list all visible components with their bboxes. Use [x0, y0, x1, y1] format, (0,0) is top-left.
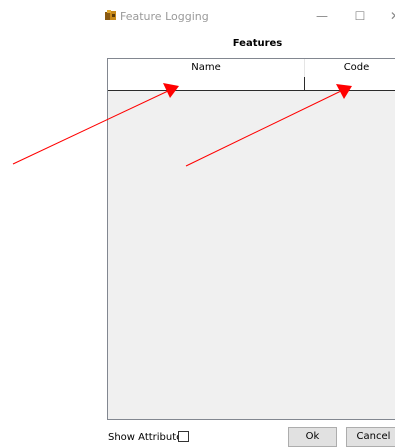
row-divider [304, 77, 305, 90]
close-button[interactable]: ✕ [385, 6, 395, 26]
grid-header: Name Code [108, 59, 395, 78]
show-attributes-label: Show Attributes [108, 432, 188, 443]
show-attributes-checkbox[interactable] [178, 431, 189, 442]
column-header-name[interactable]: Name [108, 59, 305, 77]
app-icon [105, 10, 116, 20]
column-header-code[interactable]: Code [305, 59, 395, 77]
minimize-button[interactable]: — [312, 6, 332, 26]
cancel-button[interactable]: Cancel [346, 427, 395, 447]
title-bar: Feature Logging — ☐ ✕ [0, 0, 395, 32]
table-row[interactable] [108, 77, 395, 91]
features-title: Features [232, 38, 283, 49]
window-title: Feature Logging [120, 10, 209, 23]
features-grid[interactable]: Name Code [107, 58, 395, 420]
ok-button[interactable]: Ok [288, 427, 337, 447]
maximize-button[interactable]: ☐ [350, 6, 370, 26]
